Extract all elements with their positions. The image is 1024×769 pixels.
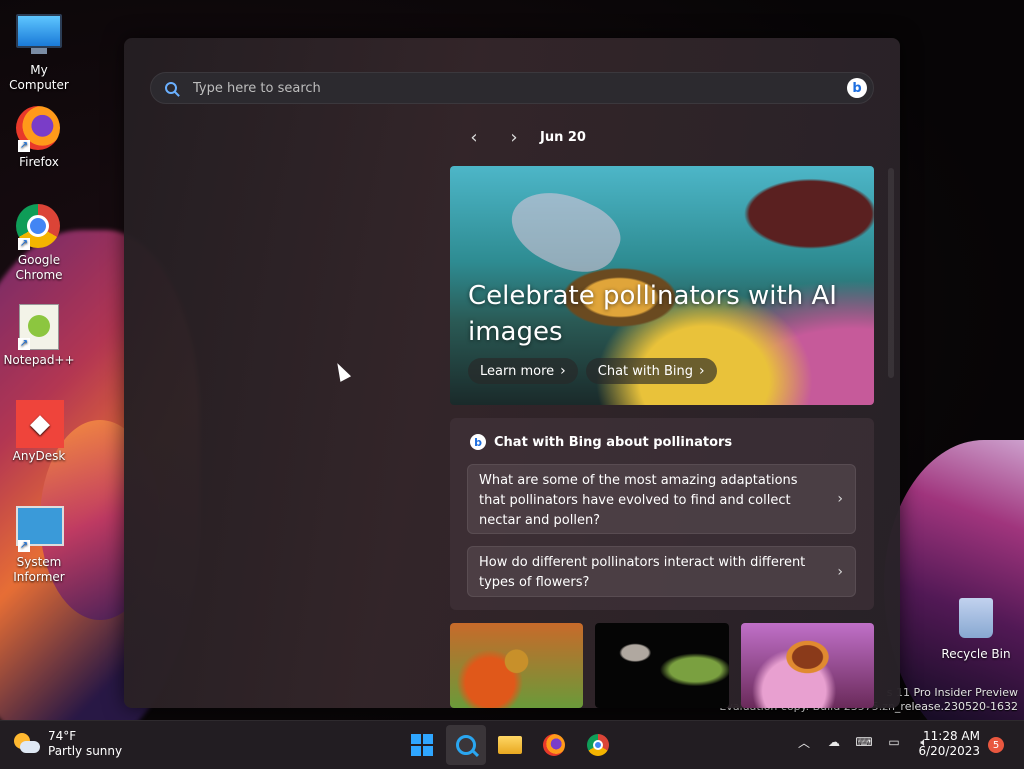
chevron-left-icon[interactable]: ‹ xyxy=(460,126,488,148)
desktop-icon-anydesk[interactable]: ◆ AnyDesk xyxy=(0,400,78,464)
desktop-icon-recycle-bin[interactable]: Recycle Bin xyxy=(936,598,1016,662)
bing-logo-icon: b xyxy=(470,434,486,450)
desktop-icon-label: My Computer xyxy=(9,63,69,92)
thumbnail-butterfly-on-flower[interactable] xyxy=(741,623,874,708)
bing-question-1[interactable]: What are some of the most amazing adapta… xyxy=(467,464,856,534)
weather-text: 74°F Partly sunny xyxy=(48,729,122,759)
search-panel: b ‹ › Jun 20 Celebrate pollinators with … xyxy=(124,38,900,708)
search-icon xyxy=(456,735,476,755)
search-icon xyxy=(165,82,177,94)
shortcut-arrow-icon: ↗ xyxy=(18,140,30,152)
taskbar-clock[interactable]: 11:28 AM 6/20/2023 xyxy=(918,729,980,759)
hero-actions: Learn more › Chat with Bing › xyxy=(468,358,717,384)
bing-question-text: How do different pollinators interact wi… xyxy=(479,555,806,590)
firefox-icon: ↗ xyxy=(16,106,62,152)
taskbar-chrome[interactable] xyxy=(578,725,618,765)
desktop-icon-google-chrome[interactable]: ↗ Google Chrome xyxy=(0,204,78,283)
desktop-icon-system-informer[interactable]: ↗ System Informer xyxy=(0,500,78,585)
chevron-right-icon[interactable]: › xyxy=(500,126,528,148)
bing-chat-icon[interactable]: b xyxy=(847,78,867,98)
thumbnail-bat-with-flower[interactable] xyxy=(595,623,729,708)
taskbar-apps xyxy=(402,725,618,765)
bing-question-2[interactable]: How do different pollinators interact wi… xyxy=(467,546,856,597)
system-informer-icon: ↗ xyxy=(16,506,64,552)
anydesk-icon: ◆ xyxy=(16,400,64,448)
learn-more-label: Learn more xyxy=(480,363,555,379)
firefox-icon xyxy=(543,734,565,756)
taskbar: 74°F Partly sunny ︿ ☁ ⌨ ▭ 🔈︎ 11:28 AM 6/… xyxy=(0,720,1024,769)
weather-temperature: 74°F xyxy=(48,729,77,743)
chrome-icon xyxy=(587,734,609,756)
chevron-right-icon: › xyxy=(837,563,843,580)
taskbar-firefox[interactable] xyxy=(534,725,574,765)
chevron-right-icon: › xyxy=(837,491,843,507)
date-navigation: ‹ › Jun 20 xyxy=(460,126,586,148)
bing-chat-card: b Chat with Bing about pollinators What … xyxy=(450,418,874,610)
learn-more-button[interactable]: Learn more › xyxy=(468,358,578,384)
desktop-icon-label: System Informer xyxy=(13,555,65,584)
bing-question-text: What are some of the most amazing adapta… xyxy=(479,473,798,528)
hero-card-pollinators[interactable]: Celebrate pollinators with AI images Lea… xyxy=(450,166,874,405)
taskbar-search-button[interactable] xyxy=(446,725,486,765)
clock-time: 11:28 AM xyxy=(923,729,980,743)
bing-card-title: Chat with Bing about pollinators xyxy=(494,434,733,450)
system-tray: ︿ ☁ ⌨ ▭ 🔈︎ xyxy=(796,735,932,750)
shortcut-arrow-icon: ↗ xyxy=(18,540,30,552)
search-input[interactable] xyxy=(191,79,815,97)
panel-scrollbar[interactable] xyxy=(888,168,894,378)
thumbnail-bee-on-flower[interactable] xyxy=(450,623,583,708)
clock-date: 6/20/2023 xyxy=(918,744,980,758)
chevron-right-icon: › xyxy=(699,363,705,379)
desktop-icon-label: AnyDesk xyxy=(12,449,66,463)
shortcut-arrow-icon: ↗ xyxy=(18,238,30,250)
network-icon[interactable]: ▭ xyxy=(886,735,902,749)
desktop-icon-label: Firefox xyxy=(19,155,59,169)
windows-logo-icon xyxy=(411,734,433,756)
notepad-plus-plus-icon: ↗ xyxy=(16,304,62,350)
partly-sunny-icon xyxy=(14,733,40,755)
monitor-icon xyxy=(16,14,62,60)
chat-with-bing-label: Chat with Bing xyxy=(597,363,693,379)
chevron-up-icon[interactable]: ︿ xyxy=(796,735,812,750)
bing-card-header: b Chat with Bing about pollinators xyxy=(470,434,732,450)
start-button[interactable] xyxy=(402,725,442,765)
search-box[interactable]: b xyxy=(150,72,874,104)
shortcut-arrow-icon: ↗ xyxy=(18,338,30,350)
taskbar-file-explorer[interactable] xyxy=(490,725,530,765)
desktop-icon-notepad-plus-plus[interactable]: ↗ Notepad++ xyxy=(0,304,78,368)
desktop-icon-firefox[interactable]: ↗ Firefox xyxy=(0,106,78,170)
hero-title: Celebrate pollinators with AI images xyxy=(468,281,837,347)
desktop-icon-my-computer[interactable]: My Computer xyxy=(0,10,78,93)
hero-image-bee-wing xyxy=(500,176,630,286)
weather-widget[interactable]: 74°F Partly sunny xyxy=(14,729,122,759)
desktop-icon-label: Google Chrome xyxy=(15,253,63,282)
desktop-icon-label: Notepad++ xyxy=(3,353,75,367)
notification-badge[interactable]: 5 xyxy=(988,737,1004,753)
folder-icon xyxy=(498,736,522,754)
chrome-icon: ↗ xyxy=(16,204,62,250)
desktop-icon-label: Recycle Bin xyxy=(941,647,1011,661)
chat-with-bing-button[interactable]: Chat with Bing › xyxy=(585,358,717,384)
chevron-right-icon: › xyxy=(560,363,566,379)
onedrive-offline-icon[interactable]: ☁ xyxy=(826,735,842,749)
keyboard-icon[interactable]: ⌨ xyxy=(855,735,872,749)
recycle-bin-icon xyxy=(953,598,999,644)
weather-condition: Partly sunny xyxy=(48,744,123,758)
highlight-date: Jun 20 xyxy=(540,129,586,145)
